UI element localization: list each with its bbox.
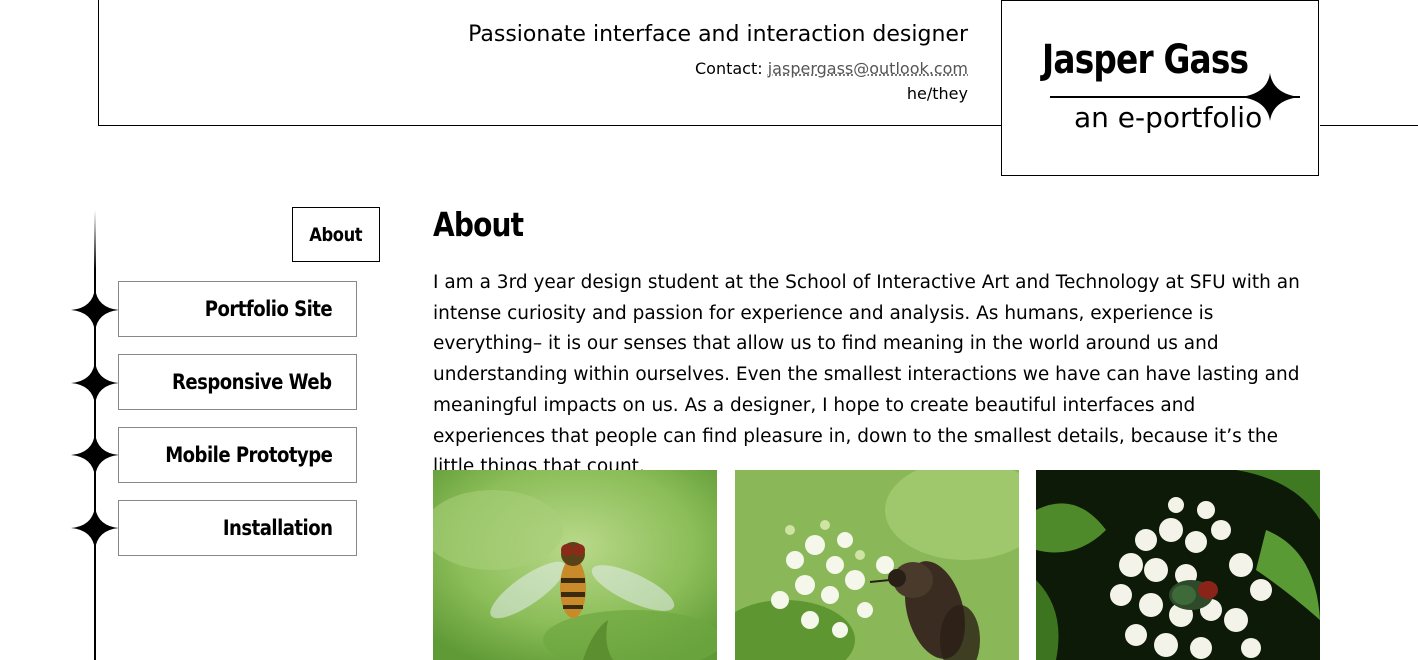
nav-item-about[interactable]: About xyxy=(292,207,380,262)
page-title: About xyxy=(433,205,524,244)
tagline: Passionate interface and interaction des… xyxy=(468,22,968,47)
nav-item-label: Installation xyxy=(222,516,332,540)
photo-hoverfly xyxy=(433,470,717,660)
nav-item-label: Portfolio Site xyxy=(204,297,333,321)
logo-name: Jasper Gass xyxy=(1042,37,1249,83)
header-divider xyxy=(1320,125,1418,126)
logo[interactable]: Jasper Gass an e-portfolio xyxy=(1001,0,1319,176)
nav-item-portfolio-site[interactable]: Portfolio Site xyxy=(118,281,357,337)
contact-email-link[interactable]: jaspergass@outlook.com xyxy=(768,59,968,78)
sparkle-icon xyxy=(71,433,119,477)
logo-subtitle: an e-portfolio xyxy=(1074,101,1263,134)
sparkle-icon xyxy=(71,288,119,332)
sparkle-icon xyxy=(71,506,119,550)
about-paragraph: I am a 3rd year design student at the Sc… xyxy=(433,272,1300,478)
nav-item-installation[interactable]: Installation xyxy=(118,500,357,556)
nav-item-label: Mobile Prototype xyxy=(164,443,333,467)
contact-label: Contact: xyxy=(695,59,763,78)
nav-item-responsive-web[interactable]: Responsive Web xyxy=(118,354,357,410)
contact-line: Contact: jaspergass@outlook.com xyxy=(695,59,968,78)
sparkle-icon xyxy=(71,361,119,405)
photo-bee-fly xyxy=(735,470,1019,660)
pronouns: he/they xyxy=(906,84,968,103)
nav-item-mobile-prototype[interactable]: Mobile Prototype xyxy=(118,427,357,483)
photo-fly-on-blossoms xyxy=(1036,470,1320,660)
nav-item-label: Responsive Web xyxy=(172,370,332,394)
nav-item-label: About xyxy=(309,223,363,246)
